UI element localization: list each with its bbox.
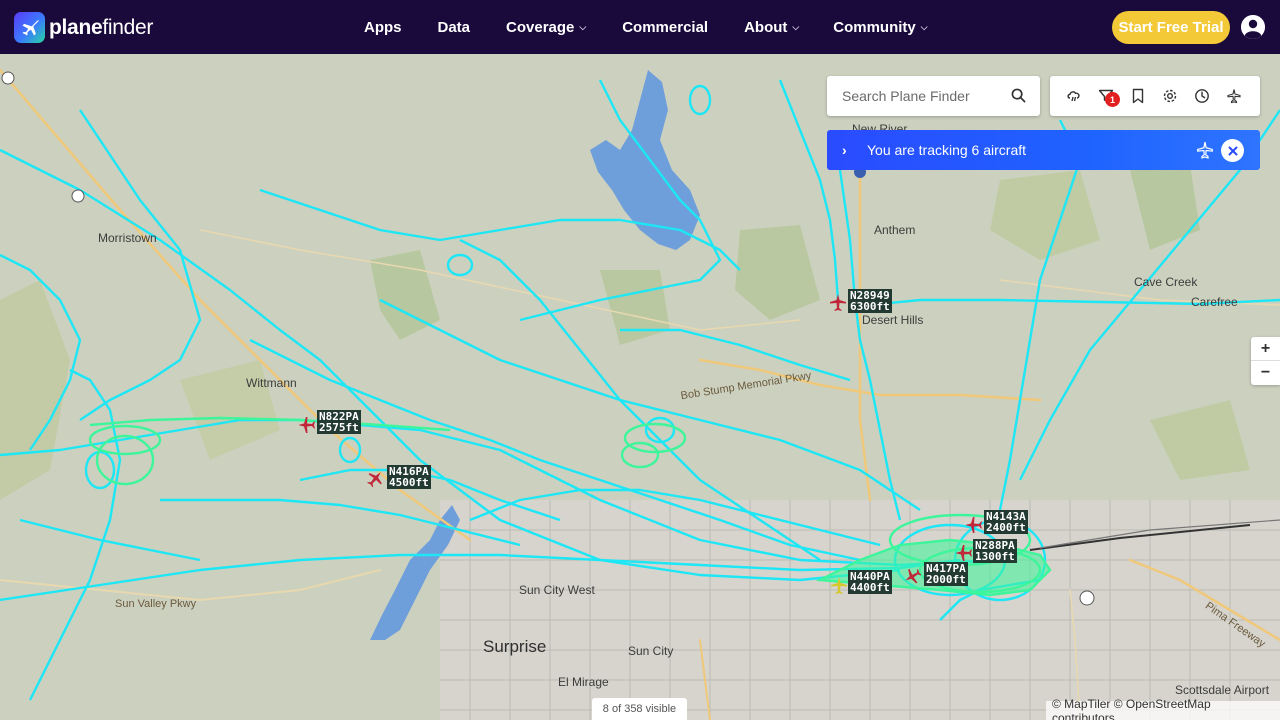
aircraft-marker[interactable] bbox=[298, 416, 315, 439]
nav-community[interactable]: Community ⌵ bbox=[833, 19, 927, 36]
nav-coverage[interactable]: Coverage ⌵ bbox=[506, 19, 586, 36]
aircraft-label[interactable]: N4143A 2400ft bbox=[984, 510, 1028, 534]
place-label: Sun City West bbox=[519, 583, 595, 597]
chevron-down-icon: ⌵ bbox=[579, 21, 587, 32]
map-attribution[interactable]: © MapTiler © OpenStreetMap contributors bbox=[1046, 697, 1280, 720]
map-toolbar bbox=[1050, 76, 1260, 116]
aircraft-label[interactable]: N440PA 4400ft bbox=[848, 570, 892, 594]
aircraft-label[interactable]: N28949 6300ft bbox=[848, 289, 892, 313]
top-navbar: planefinder Apps Data Coverage ⌵ Commerci… bbox=[0, 0, 1280, 54]
place-label: Sun City bbox=[628, 644, 674, 658]
place-label: El Mirage bbox=[558, 675, 609, 689]
playback-plane-icon[interactable] bbox=[1226, 88, 1242, 104]
close-icon bbox=[1228, 146, 1237, 155]
aircraft-marker[interactable] bbox=[905, 567, 922, 590]
search-bar bbox=[827, 76, 1040, 116]
tracking-text: You are tracking 6 aircraft bbox=[867, 142, 1027, 158]
user-account-icon[interactable] bbox=[1241, 15, 1265, 39]
place-label: Anthem bbox=[874, 223, 916, 237]
tracking-banner[interactable]: › You are tracking 6 aircraft bbox=[827, 130, 1260, 170]
place-label: Carefree bbox=[1191, 295, 1238, 309]
nav-data[interactable]: Data bbox=[438, 19, 471, 36]
chevron-right-icon[interactable]: › bbox=[842, 142, 847, 158]
start-free-trial-button[interactable]: Start Free Trial bbox=[1112, 11, 1230, 44]
aircraft-marker[interactable] bbox=[831, 577, 847, 600]
close-tracking-button[interactable] bbox=[1221, 139, 1244, 162]
aircraft-label[interactable]: N417PA 2000ft bbox=[924, 562, 968, 586]
aircraft-marker[interactable] bbox=[965, 516, 982, 539]
weather-icon[interactable] bbox=[1066, 88, 1082, 104]
history-icon[interactable] bbox=[1194, 88, 1210, 104]
place-label: Wittmann bbox=[246, 376, 297, 390]
aircraft-label[interactable]: N288PA 1300ft bbox=[973, 539, 1017, 563]
brand-name: planefinder bbox=[49, 15, 154, 39]
filter-count-badge: 1 bbox=[1105, 92, 1120, 107]
main-nav: Apps Data Coverage ⌵ Commercial About ⌵ Co… bbox=[364, 0, 928, 54]
zoom-out-button[interactable]: − bbox=[1251, 361, 1280, 385]
chevron-down-icon: ⌵ bbox=[920, 21, 928, 32]
aircraft-marker[interactable] bbox=[367, 470, 383, 493]
visible-aircraft-count: 8 of 358 visible bbox=[592, 698, 687, 720]
chevron-down-icon: ⌵ bbox=[792, 21, 800, 32]
nav-commercial[interactable]: Commercial bbox=[622, 19, 708, 36]
place-label: Surprise bbox=[483, 637, 547, 656]
zoom-control: + − bbox=[1251, 337, 1280, 385]
place-label: Scottsdale Airport bbox=[1175, 683, 1270, 697]
search-icon[interactable] bbox=[1011, 88, 1026, 108]
planefinder-logo[interactable]: planefinder bbox=[14, 12, 153, 43]
nav-apps[interactable]: Apps bbox=[364, 19, 402, 36]
zoom-in-button[interactable]: + bbox=[1251, 337, 1280, 361]
aircraft-marker[interactable] bbox=[830, 294, 846, 317]
aircraft-label[interactable]: N822PA 2575ft bbox=[317, 410, 361, 434]
place-label: Morristown bbox=[98, 231, 157, 245]
aircraft-label[interactable]: N416PA 4500ft bbox=[387, 465, 431, 489]
plane-icon bbox=[1196, 141, 1214, 164]
bookmark-icon[interactable] bbox=[1130, 88, 1146, 104]
nav-about[interactable]: About ⌵ bbox=[744, 19, 799, 36]
place-label: Desert Hills bbox=[862, 313, 924, 327]
road-label: Sun Valley Pkwy bbox=[115, 598, 197, 610]
search-input[interactable] bbox=[842, 88, 1002, 104]
plane-logo-icon bbox=[14, 12, 45, 43]
settings-icon[interactable] bbox=[1162, 88, 1178, 104]
place-label: Cave Creek bbox=[1134, 275, 1198, 289]
